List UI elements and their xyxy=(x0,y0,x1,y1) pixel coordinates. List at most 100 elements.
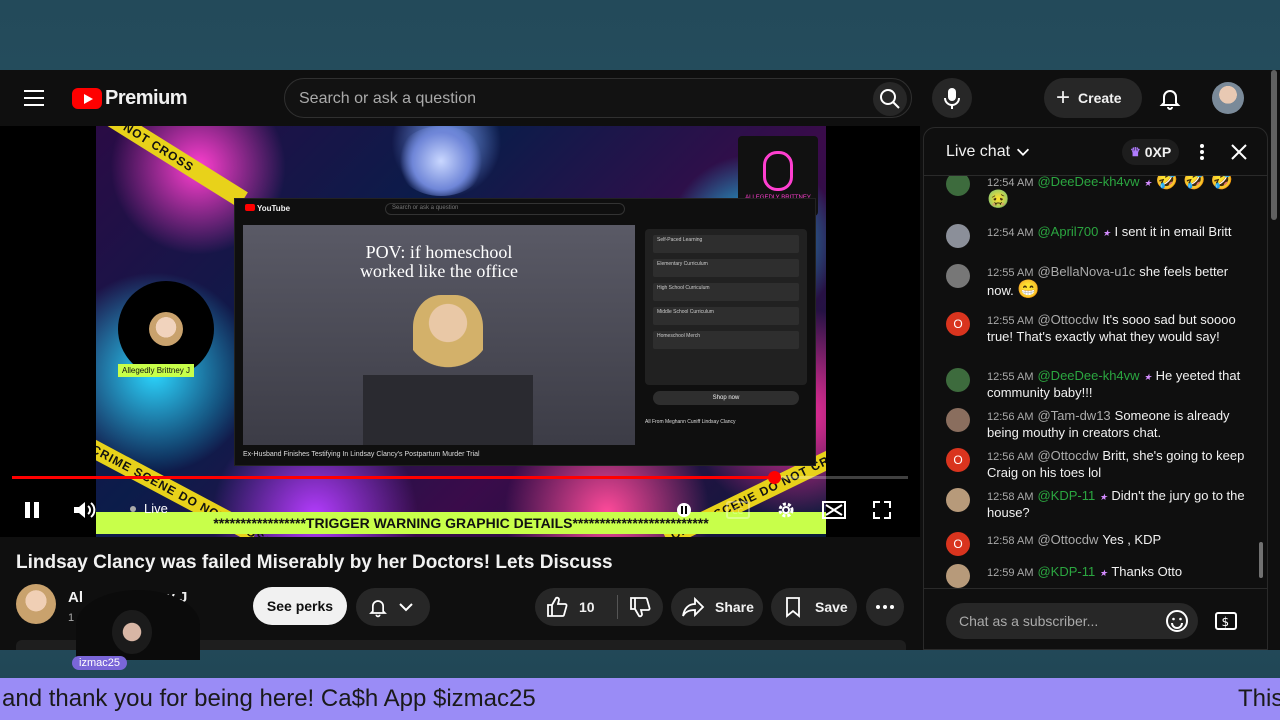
page-scroll-thumb[interactable] xyxy=(1271,70,1277,220)
chat-author[interactable]: @April700 xyxy=(1037,224,1098,239)
chat-author[interactable]: @Ottocdw xyxy=(1037,532,1098,547)
chat-header: Live chat ♛ 0XP xyxy=(924,128,1267,176)
bookmark-icon xyxy=(786,597,800,618)
chat-avatar[interactable] xyxy=(946,408,970,432)
fullscreen-button[interactable] xyxy=(868,496,896,524)
chat-author[interactable]: @Ottocdw xyxy=(1037,312,1098,327)
more-actions-button[interactable] xyxy=(866,588,904,626)
chat-author[interactable]: @Tam-dw13 xyxy=(1037,408,1110,423)
member-badge-icon: ★ xyxy=(1102,228,1111,238)
chat-message: 12:54 AM @DeeDee-kh4vw ★ 🤣 🤣 🤣 🤢 xyxy=(946,176,1246,209)
menu-icon[interactable] xyxy=(24,90,44,106)
embedded-youtube-screen: YouTube Search or ask a question POV: if… xyxy=(234,198,816,466)
chevron-down-icon xyxy=(1017,148,1030,156)
chat-avatar[interactable] xyxy=(946,564,970,588)
miniplayer-icon xyxy=(822,501,846,519)
page-scrollbar[interactable] xyxy=(1268,70,1280,650)
autoplay-pause-icon xyxy=(677,503,691,517)
close-chat-button[interactable] xyxy=(1229,142,1249,162)
chat-avatar[interactable] xyxy=(946,368,970,392)
live-indicator[interactable]: Live xyxy=(130,501,168,516)
settings-button[interactable] xyxy=(772,496,800,524)
dollar-icon: $ xyxy=(1215,612,1237,630)
account-avatar[interactable] xyxy=(1212,82,1244,114)
chat-time: 12:56 AM xyxy=(987,411,1034,423)
progress-knob[interactable] xyxy=(767,471,781,484)
captions-button[interactable]: CC xyxy=(724,496,752,524)
youtube-premium-logo[interactable]: Premium xyxy=(72,87,188,110)
chat-time: 12:58 AM xyxy=(987,491,1034,503)
ticker-text: and thank you for being here! Ca$h App $… xyxy=(2,685,536,712)
chat-author[interactable]: @DeeDee-kh4vw xyxy=(1037,176,1139,189)
chat-scrollbar[interactable] xyxy=(1259,182,1263,582)
streamer-camera-overlay: izmac25 xyxy=(72,590,200,678)
emoji-button[interactable] xyxy=(1165,609,1189,633)
notifications-button[interactable] xyxy=(1156,84,1184,112)
member-badge-icon: ★ xyxy=(1099,492,1108,502)
chat-message: 12:56 AM @Tam-dw13 Someone is already bein… xyxy=(946,408,1246,441)
search-icon xyxy=(880,89,900,109)
chat-author[interactable]: @KDP-11 xyxy=(1037,564,1095,579)
video-player[interactable]: DO NOT CROSS CRIME SCENE DO NOT CROSS CR… xyxy=(0,126,920,537)
voice-search-button[interactable] xyxy=(932,78,972,118)
channel-avatar[interactable] xyxy=(16,584,56,624)
streamer-name-tag: izmac25 xyxy=(72,656,127,670)
chat-avatar[interactable]: O xyxy=(946,312,970,336)
chat-author[interactable]: @Ottocdw xyxy=(1037,448,1098,463)
share-button[interactable]: Share xyxy=(671,588,763,626)
chat-author[interactable]: @BellaNova-u1c xyxy=(1037,264,1135,279)
embedded-top-bar: YouTube Search or ask a question xyxy=(235,199,815,219)
search-button[interactable] xyxy=(873,82,907,116)
embedded-sponsor: Self-Paced Learning xyxy=(653,235,799,253)
chat-avatar[interactable] xyxy=(946,176,970,196)
chat-mode-dropdown[interactable]: Live chat xyxy=(946,143,1032,161)
chat-avatar[interactable] xyxy=(946,264,970,288)
volume-button[interactable] xyxy=(70,496,100,524)
notifications-dropdown[interactable] xyxy=(356,588,430,626)
progress-fill xyxy=(12,476,774,479)
chat-avatar[interactable]: O xyxy=(946,448,970,472)
chat-author[interactable]: @KDP-11 xyxy=(1037,488,1095,503)
top-bar: Premium + Create xyxy=(0,70,1268,126)
embedded-video-title: Ex-Husband Finishes Testifying In Lindsa… xyxy=(243,451,480,458)
chat-time: 12:54 AM xyxy=(987,177,1034,189)
miniplayer-button[interactable] xyxy=(820,496,848,524)
search-box xyxy=(284,78,912,118)
video-title: Lindsay Clancy was failed Miserably by h… xyxy=(16,552,613,573)
member-badge-icon: ★ xyxy=(1143,178,1152,188)
dislike-button[interactable] xyxy=(618,588,652,626)
chat-emoji: 😁 xyxy=(1017,279,1040,299)
chat-avatar[interactable]: O xyxy=(946,532,970,556)
bell-icon xyxy=(369,600,387,618)
embedded-chips: All From Meghann Cuniff Lindsay Clancy xyxy=(645,419,736,425)
chat-text: I sent it in email Britt xyxy=(1114,224,1232,239)
chat-more-button[interactable] xyxy=(1192,142,1212,162)
pause-button[interactable] xyxy=(18,496,46,524)
chat-text: Thanks Otto xyxy=(1111,564,1183,579)
create-button[interactable]: + Create xyxy=(1044,78,1142,118)
autoplay-toggle[interactable] xyxy=(674,496,694,524)
chat-avatar[interactable] xyxy=(946,488,970,512)
captions-icon: CC xyxy=(726,501,750,519)
svg-text:$: $ xyxy=(1222,615,1230,629)
chat-avatar[interactable] xyxy=(946,224,970,248)
progress-bar[interactable] xyxy=(12,471,908,484)
xp-badge[interactable]: ♛ 0XP xyxy=(1122,139,1180,165)
chat-input[interactable] xyxy=(946,603,1198,639)
super-chat-button[interactable]: $ xyxy=(1214,609,1238,633)
chat-text: Yes , KDP xyxy=(1102,532,1162,547)
chat-author[interactable]: @DeeDee-kh4vw xyxy=(1037,368,1139,383)
chat-input-row: $ xyxy=(924,588,1267,649)
embedded-row: High School Curriculum xyxy=(653,283,799,301)
close-icon xyxy=(1231,144,1247,160)
save-button[interactable]: Save xyxy=(771,588,857,626)
more-vertical-icon xyxy=(1200,144,1204,160)
search-input[interactable] xyxy=(299,88,839,110)
thumbs-down-icon xyxy=(630,597,651,618)
chat-time: 12:55 AM xyxy=(987,267,1034,279)
see-perks-button[interactable]: See perks xyxy=(253,587,347,625)
chat-scroll-thumb[interactable] xyxy=(1259,542,1263,578)
pause-icon xyxy=(25,502,39,518)
like-button[interactable]: 10 xyxy=(535,588,617,626)
chat-message: 12:58 AM @KDP-11 ★ Didn't the jury go to th… xyxy=(946,488,1246,521)
